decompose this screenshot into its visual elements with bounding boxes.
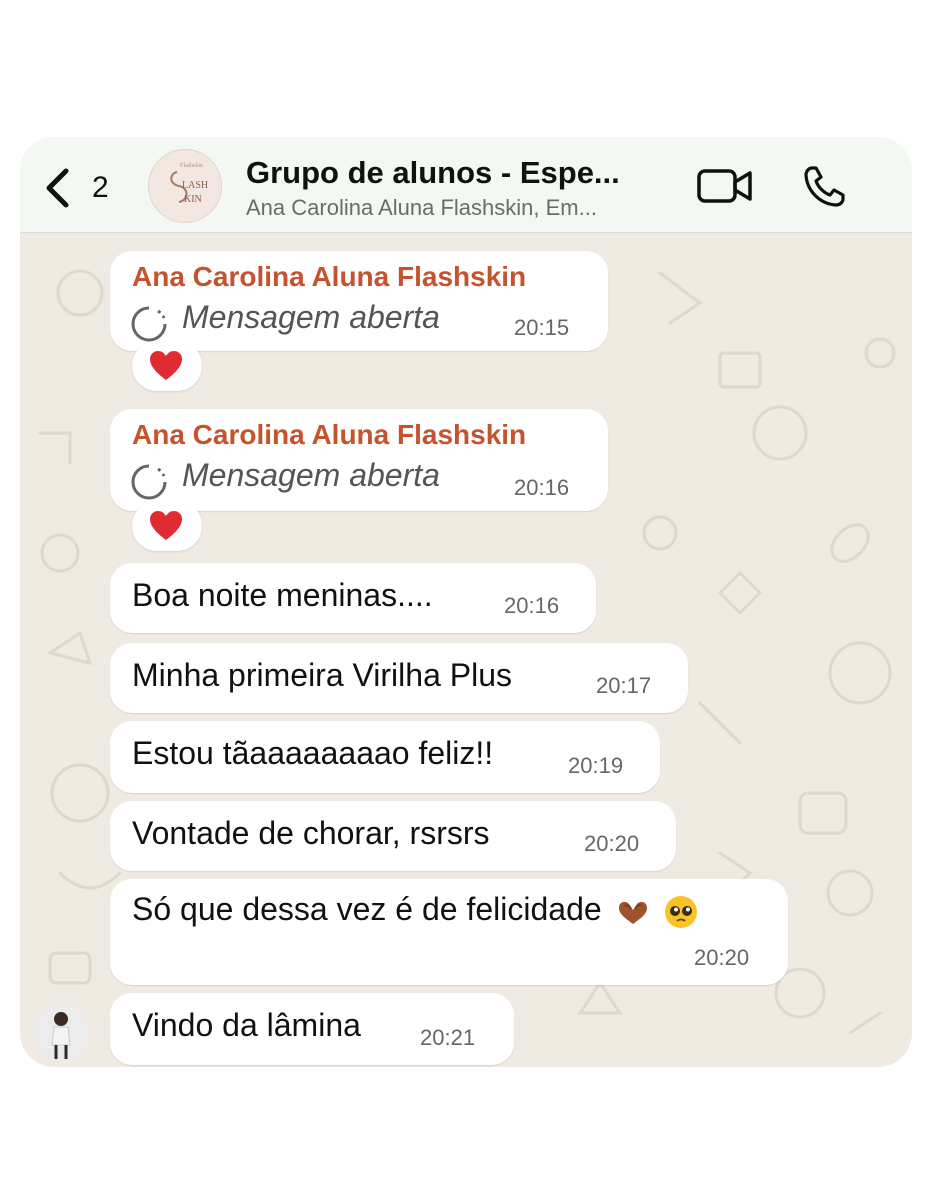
group-title[interactable]: Grupo de alunos - Espe... xyxy=(246,155,620,191)
message-time: 20:19 xyxy=(568,753,624,778)
svg-text:KIN: KIN xyxy=(184,194,202,205)
message-bubble[interactable]: Minha primeira Virilha Plus 20:17 xyxy=(110,643,688,713)
group-members[interactable]: Ana Carolina Aluna Flashskin, Em... xyxy=(246,195,597,221)
reaction-badge[interactable] xyxy=(132,341,202,391)
message-time: 20:16 xyxy=(514,475,570,500)
flashskin-logo-icon: Flashskin LASH KIN xyxy=(150,151,221,222)
message-text: Boa noite meninas.... xyxy=(132,577,433,613)
view-once-label: Mensagem aberta xyxy=(182,457,440,493)
svg-text:Flashskin: Flashskin xyxy=(180,163,203,169)
message-bubble[interactable]: Vindo da lâmina 20:21 xyxy=(110,993,514,1065)
message-text: Só que dessa vez é de felicidade xyxy=(132,891,602,927)
unread-count[interactable]: 2 xyxy=(92,171,109,205)
pleading-face-icon xyxy=(665,895,698,928)
message-text: Vontade de chorar, rsrsrs xyxy=(132,815,490,851)
message-bubble[interactable]: Vontade de chorar, rsrsrs 20:20 xyxy=(110,801,676,871)
phone-call-icon[interactable] xyxy=(800,163,848,211)
message-bubble[interactable]: Ana Carolina Aluna Flashskin Mensagem ab… xyxy=(110,409,608,511)
message-bubble[interactable]: Só que dessa vez é de felicidade 20:20 xyxy=(110,879,788,985)
red-heart-icon xyxy=(150,511,182,540)
video-call-icon[interactable] xyxy=(696,165,754,207)
message-text: Estou tãaaaaaaaao feliz!! xyxy=(132,735,494,771)
message-text: Minha primeira Virilha Plus xyxy=(132,657,512,693)
view-once-icon xyxy=(131,306,167,342)
sender-name[interactable]: Ana Carolina Aluna Flashskin xyxy=(132,419,526,451)
view-once-icon xyxy=(131,464,167,500)
message-time: 20:20 xyxy=(584,831,640,856)
message-text-row: Só que dessa vez é de felicidade xyxy=(132,891,699,930)
message-time: 20:17 xyxy=(596,673,652,698)
back-chevron-icon[interactable] xyxy=(42,167,72,209)
group-avatar[interactable]: Flashskin LASH KIN xyxy=(148,149,222,223)
message-bubble[interactable]: Ana Carolina Aluna Flashskin Mensagem ab… xyxy=(110,251,608,351)
chat-window: 2 Flashskin LASH KIN Grupo de alunos - E… xyxy=(20,137,912,1067)
message-bubble[interactable]: Boa noite meninas.... 20:16 xyxy=(110,563,596,633)
person-avatar-icon xyxy=(34,1005,90,1061)
sender-name[interactable]: Ana Carolina Aluna Flashskin xyxy=(132,261,526,293)
message-time: 20:20 xyxy=(694,945,750,970)
red-heart-icon xyxy=(150,351,182,380)
sender-avatar[interactable] xyxy=(34,1005,90,1061)
message-time: 20:15 xyxy=(514,315,570,340)
reaction-badge[interactable] xyxy=(132,501,202,551)
message-bubble[interactable]: Estou tãaaaaaaaao feliz!! 20:19 xyxy=(110,721,660,793)
message-text: Vindo da lâmina xyxy=(132,1007,361,1043)
chat-area[interactable]: Ana Carolina Aluna Flashskin Mensagem ab… xyxy=(20,233,912,1067)
chat-header: 2 Flashskin LASH KIN Grupo de alunos - E… xyxy=(20,137,912,233)
view-once-label: Mensagem aberta xyxy=(182,299,440,335)
heart-hands-icon xyxy=(618,901,647,924)
svg-text:LASH: LASH xyxy=(182,180,208,191)
message-time: 20:21 xyxy=(420,1025,476,1050)
message-time: 20:16 xyxy=(504,593,560,618)
